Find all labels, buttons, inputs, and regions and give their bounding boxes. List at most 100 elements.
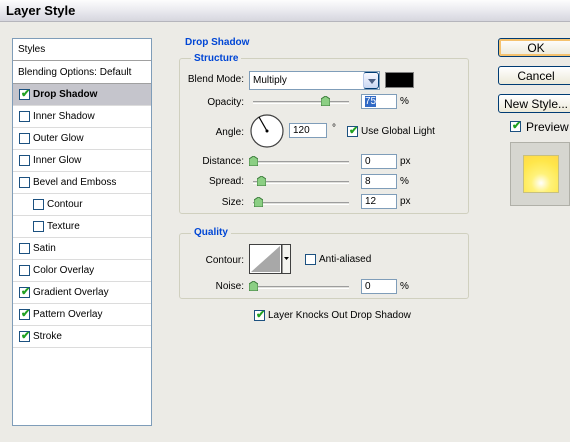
style-checkbox[interactable] — [19, 133, 30, 144]
styles-header[interactable]: Styles — [13, 39, 151, 61]
drop-shadow-title: Drop Shadow — [182, 37, 253, 48]
spread-slider[interactable] — [253, 181, 349, 184]
checkmark-icon: ✔ — [512, 120, 522, 132]
style-checkbox[interactable] — [33, 199, 44, 210]
structure-title: Structure — [191, 53, 242, 64]
size-slider-thumb[interactable] — [253, 197, 263, 207]
new-style-button[interactable]: New Style... — [498, 94, 570, 113]
style-item-label: Outer Glow — [33, 133, 84, 144]
style-item-label: Gradient Overlay — [33, 287, 109, 298]
style-item-contour[interactable]: Contour — [13, 194, 151, 216]
angle-dial[interactable] — [249, 113, 285, 149]
style-checkbox[interactable] — [19, 155, 30, 166]
use-global-light-label: Use Global Light — [361, 126, 435, 137]
style-checkbox[interactable]: ✔ — [19, 286, 31, 298]
checkmark-icon: ✔ — [21, 330, 31, 342]
style-checkbox[interactable] — [19, 243, 30, 254]
ok-button[interactable]: OK — [498, 38, 570, 57]
style-item-label: Contour — [47, 199, 83, 210]
style-item-label: Drop Shadow — [33, 89, 98, 100]
opacity-input[interactable]: 75 — [361, 94, 397, 109]
style-checkbox[interactable] — [33, 221, 44, 232]
spread-input[interactable]: 8 — [361, 174, 397, 189]
opacity-slider-thumb[interactable] — [321, 96, 330, 106]
style-item-satin[interactable]: Satin — [13, 238, 151, 260]
blend-mode-select[interactable]: Multiply — [249, 71, 380, 90]
style-item-outer-glow[interactable]: Outer Glow — [13, 128, 151, 150]
style-item-label: Inner Shadow — [33, 111, 95, 122]
style-checkbox[interactable] — [19, 265, 30, 276]
knockout-checkbox[interactable]: ✔ — [254, 309, 266, 321]
style-item-color-overlay[interactable]: Color Overlay — [13, 260, 151, 282]
size-unit: px — [400, 196, 411, 207]
distance-input[interactable]: 0 — [361, 154, 397, 169]
style-item-label: Stroke — [33, 331, 62, 342]
size-slider[interactable] — [253, 202, 349, 205]
noise-slider-thumb[interactable] — [249, 281, 258, 291]
style-item-gradient-overlay[interactable]: ✔ Gradient Overlay — [13, 282, 151, 304]
opacity-unit: % — [400, 96, 409, 107]
spread-label: Spread: — [208, 176, 244, 187]
distance-unit: px — [400, 156, 411, 167]
angle-input[interactable]: 120 — [289, 123, 327, 138]
opacity-slider[interactable] — [253, 101, 349, 104]
preview-thumbnail — [510, 142, 570, 206]
anti-aliased-checkbox[interactable] — [305, 254, 316, 265]
shadow-color-swatch[interactable] — [385, 72, 414, 88]
angle-label: Angle: — [215, 127, 244, 138]
checkmark-icon: ✔ — [256, 309, 266, 321]
style-item-pattern-overlay[interactable]: ✔ Pattern Overlay — [13, 304, 151, 326]
angle-unit: ° — [332, 123, 336, 134]
style-item-drop-shadow[interactable]: ✔ Drop Shadow — [13, 84, 151, 106]
noise-label: Noise: — [215, 281, 244, 292]
noise-input[interactable]: 0 — [361, 279, 397, 294]
noise-unit: % — [400, 281, 409, 292]
quality-title: Quality — [191, 227, 231, 238]
style-item-label: Inner Glow — [33, 155, 82, 166]
title-bar[interactable]: Layer Style — [0, 0, 570, 22]
knockout-label: Layer Knocks Out Drop Shadow — [268, 310, 411, 321]
style-item-inner-shadow[interactable]: Inner Shadow — [13, 106, 151, 128]
styles-list: Styles Blending Options: Default ✔ Drop S… — [12, 38, 152, 426]
contour-label: Contour: — [205, 255, 244, 266]
style-checkbox[interactable]: ✔ — [19, 88, 31, 100]
preview-image — [523, 155, 559, 193]
style-checkbox[interactable]: ✔ — [19, 308, 31, 320]
style-item-label: Satin — [33, 243, 56, 254]
spread-slider-thumb[interactable] — [256, 176, 266, 186]
style-checkbox[interactable] — [19, 111, 30, 122]
style-item-label: Color Overlay — [33, 265, 95, 276]
style-item-texture[interactable]: Texture — [13, 216, 151, 238]
style-checkbox[interactable] — [19, 177, 30, 188]
cancel-button[interactable]: Cancel — [498, 66, 570, 85]
size-label: Size: — [221, 197, 244, 208]
distance-slider[interactable] — [253, 161, 349, 164]
contour-picker[interactable] — [249, 244, 291, 274]
preview-checkbox[interactable]: ✔ — [510, 120, 522, 132]
style-item-label: Pattern Overlay — [33, 309, 103, 320]
checkmark-icon: ✔ — [21, 286, 31, 298]
opacity-label: Opacity: — [207, 97, 244, 108]
blending-options-item[interactable]: Blending Options: Default — [13, 62, 151, 84]
use-global-light-checkbox[interactable]: ✔ — [347, 125, 359, 137]
distance-label: Distance: — [202, 156, 244, 167]
blend-mode-label: Blend Mode: — [187, 74, 244, 85]
distance-slider-thumb[interactable] — [249, 156, 258, 166]
size-input[interactable]: 12 — [361, 194, 397, 209]
style-item-stroke[interactable]: ✔ Stroke — [13, 326, 151, 348]
style-item-inner-glow[interactable]: Inner Glow — [13, 150, 151, 172]
window-title: Layer Style — [6, 3, 76, 18]
checkmark-icon: ✔ — [21, 308, 31, 320]
chevron-down-icon[interactable] — [363, 72, 379, 89]
style-item-label: Bevel and Emboss — [33, 177, 117, 188]
style-item-bevel-and-emboss[interactable]: Bevel and Emboss — [13, 172, 151, 194]
noise-slider[interactable] — [253, 286, 349, 289]
preview-label: Preview — [526, 120, 569, 134]
spread-unit: % — [400, 176, 409, 187]
checkmark-icon: ✔ — [349, 125, 359, 137]
style-item-label: Texture — [47, 221, 80, 232]
style-checkbox[interactable]: ✔ — [19, 330, 31, 342]
layer-style-dialog: Layer Style Styles Blending Options: Def… — [0, 0, 570, 442]
checkmark-icon: ✔ — [21, 88, 31, 100]
anti-aliased-label: Anti-aliased — [319, 254, 372, 265]
